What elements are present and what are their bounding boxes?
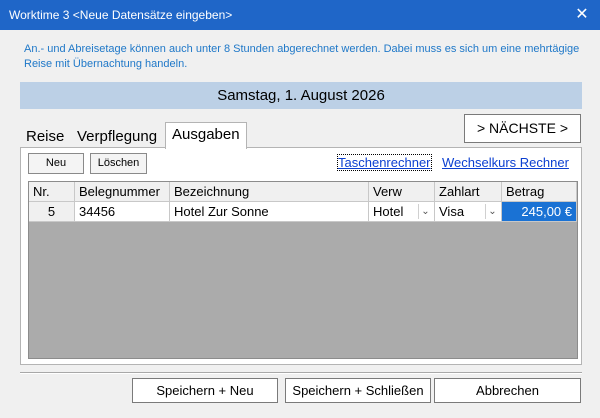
cell-verw-value: Hotel bbox=[373, 204, 404, 219]
cell-bezeichnung[interactable]: Hotel Zur Sonne bbox=[170, 202, 369, 222]
exchange-rate-link[interactable]: Wechselkurs Rechner bbox=[442, 155, 569, 170]
expenses-panel: Neu Löschen Taschenrechner Wechselkurs R… bbox=[20, 147, 582, 365]
cell-zahlart-value: Visa bbox=[439, 204, 465, 219]
title-bar: Worktime 3 <Neue Datensätze eingeben> ✕ bbox=[0, 0, 600, 30]
close-icon[interactable]: ✕ bbox=[564, 0, 600, 30]
tab-reise[interactable]: Reise bbox=[20, 126, 70, 148]
save-close-button[interactable]: Speichern + Schließen bbox=[285, 378, 431, 403]
footer-separator bbox=[20, 372, 582, 374]
column-header-nr[interactable]: Nr. bbox=[29, 182, 75, 202]
delete-button[interactable]: Löschen bbox=[90, 153, 147, 174]
save-new-button[interactable]: Speichern + Neu bbox=[132, 378, 278, 403]
window-title: Worktime 3 <Neue Datensätze eingeben> bbox=[9, 8, 233, 22]
cell-nr[interactable]: 5 bbox=[29, 202, 75, 222]
new-button[interactable]: Neu bbox=[28, 153, 84, 174]
column-header-bezeichnung[interactable]: Bezeichnung bbox=[170, 182, 369, 202]
cell-belegnummer[interactable]: 34456 bbox=[75, 202, 170, 222]
cell-betrag[interactable]: 245,00 € bbox=[502, 202, 577, 222]
next-button[interactable]: > NÄCHSTE > bbox=[464, 114, 581, 143]
column-header-verw[interactable]: Verw bbox=[369, 182, 435, 202]
column-header-zahlart[interactable]: Zahlart bbox=[435, 182, 502, 202]
cell-verw-combo[interactable]: Hotel ⌄ bbox=[369, 202, 435, 222]
cancel-button[interactable]: Abbrechen bbox=[434, 378, 581, 403]
info-text: An.- und Abreisetage können auch unter 8… bbox=[24, 43, 580, 70]
calculator-link[interactable]: Taschenrechner bbox=[337, 154, 432, 171]
chevron-down-icon[interactable]: ⌄ bbox=[485, 204, 499, 219]
chevron-down-icon[interactable]: ⌄ bbox=[418, 204, 432, 219]
tab-verpflegung[interactable]: Verpflegung bbox=[71, 126, 163, 148]
expenses-table: Nr. Belegnummer Bezeichnung Verw Zahlart… bbox=[28, 181, 578, 359]
cell-zahlart-combo[interactable]: Visa ⌄ bbox=[435, 202, 502, 222]
column-header-betrag[interactable]: Betrag bbox=[502, 182, 577, 202]
tab-ausgaben[interactable]: Ausgaben bbox=[165, 122, 247, 149]
date-bar: Samstag, 1. August 2026 bbox=[20, 82, 582, 109]
column-header-belegnummer[interactable]: Belegnummer bbox=[75, 182, 170, 202]
